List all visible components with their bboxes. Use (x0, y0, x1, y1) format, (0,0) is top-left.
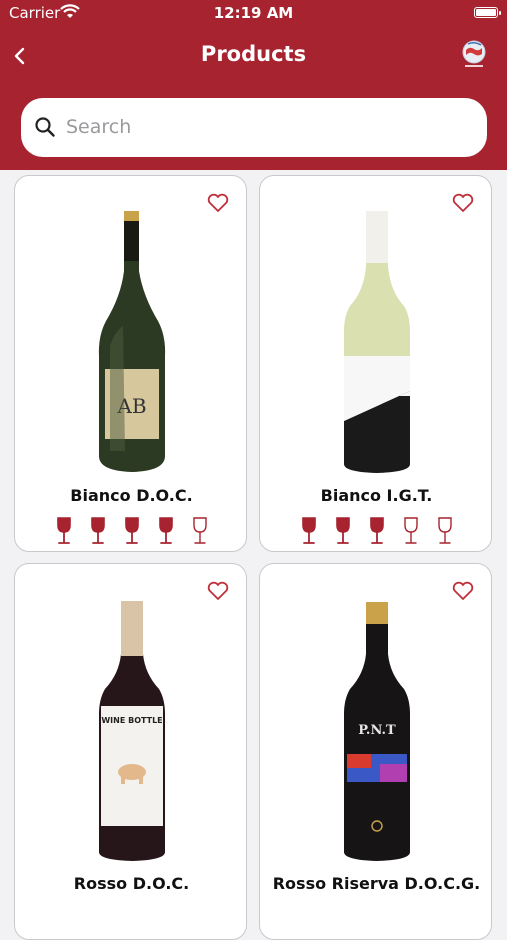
product-card[interactable]: P.N.T Rosso Riserva D.O.C.G. (259, 563, 492, 940)
wine-glass-empty-icon (438, 517, 452, 544)
globe-logo-icon[interactable] (458, 38, 490, 70)
svg-text:WINE BOTTLE: WINE BOTTLE (101, 716, 162, 725)
product-card[interactable]: Bianco I.G.T. (259, 175, 492, 552)
wine-glass-filled-icon (336, 517, 350, 544)
product-name: Bianco I.G.T. (320, 486, 433, 505)
wine-glass-empty-icon (193, 517, 207, 544)
wine-bottle-image (344, 211, 410, 473)
product-card[interactable]: WINE BOTTLE Rosso D.O.C. (14, 563, 247, 940)
search-bar[interactable]: Search (21, 98, 487, 157)
search-icon (35, 117, 55, 137)
wine-glass-filled-icon (57, 517, 71, 544)
product-name: Rosso Riserva D.O.C.G. (272, 874, 481, 893)
product-name: Bianco D.O.C. (70, 486, 193, 505)
wine-glass-filled-icon (302, 517, 316, 544)
page-title: Products (200, 42, 307, 66)
wine-glass-filled-icon (125, 517, 139, 544)
wine-glass-empty-icon (404, 517, 418, 544)
status-time: 12:19 AM (213, 4, 294, 22)
svg-text:P.N.T: P.N.T (358, 723, 396, 738)
wine-glass-filled-icon (91, 517, 105, 544)
product-card[interactable]: AB Bianco D.O.C. (14, 175, 247, 552)
wine-bottle-image: AB (98, 211, 166, 472)
status-bar: Carrier 12:19 AM (0, 0, 507, 28)
product-name: Rosso D.O.C. (73, 874, 190, 893)
battery-icon (474, 7, 501, 18)
app-header: Carrier 12:19 AM Products Search (0, 0, 507, 170)
wine-glass-filled-icon (159, 517, 173, 544)
wine-bottle-image: P.N.T (344, 602, 410, 861)
wine-glass-filled-icon (370, 517, 384, 544)
search-input[interactable]: Search (66, 116, 131, 138)
wine-bottle-image: WINE BOTTLE (99, 601, 165, 861)
